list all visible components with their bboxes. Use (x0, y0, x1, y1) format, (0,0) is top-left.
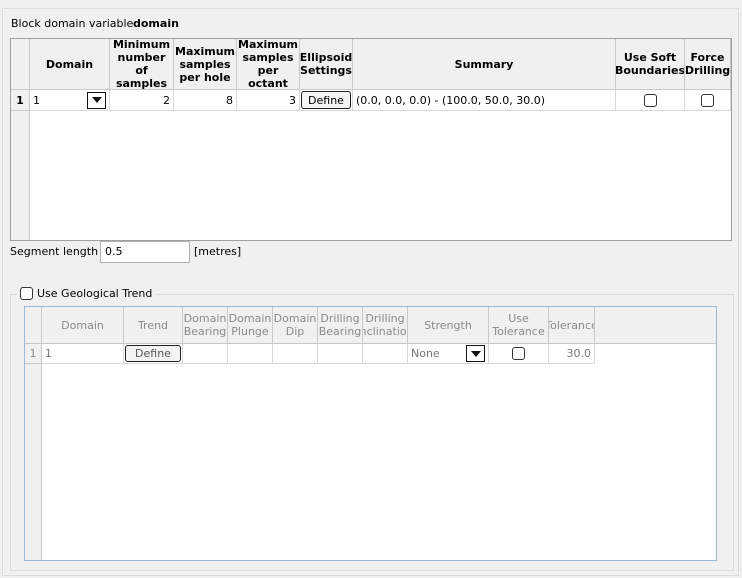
header-min-samples[interactable]: Minimum number of samples (110, 39, 174, 90)
max-per-octant-cell[interactable]: 3 (237, 90, 300, 111)
ellipsoid-cell: Define (300, 90, 353, 111)
force-drilling-checkbox[interactable] (701, 93, 714, 107)
row-number[interactable]: 1 (25, 344, 42, 364)
max-per-hole-cell[interactable]: 8 (174, 90, 237, 111)
header-drilling-inclination[interactable]: Drilling Inclination (363, 307, 408, 344)
use-geological-trend-checkbox[interactable] (20, 287, 33, 300)
header-filler (595, 307, 716, 344)
summary-cell: (0.0, 0.0, 0.0) - (100.0, 50.0, 30.0) (353, 90, 616, 111)
block-domain-label: Block domain variable (11, 17, 134, 30)
block-domain-value: domain (133, 17, 179, 30)
header-max-per-octant[interactable]: Maximum samples per octant (237, 39, 300, 90)
row-number[interactable]: 1 (11, 90, 30, 111)
corner-header (25, 307, 42, 344)
strength-select[interactable]: None (408, 344, 489, 364)
header-summary[interactable]: Summary (353, 39, 616, 90)
header-force-drilling[interactable]: Force Drilling (685, 39, 731, 90)
soft-boundaries-cell (616, 90, 685, 111)
segment-length-unit: [metres] (194, 245, 242, 258)
use-geological-trend-label: Use Geological Trend (37, 287, 153, 300)
domain-grid: Domain Minimum number of samples Maximum… (10, 38, 732, 241)
chevron-down-icon[interactable] (466, 345, 485, 362)
header-ellipsoid[interactable]: Ellipsoid Settings (300, 39, 353, 90)
header-domain[interactable]: Domain (42, 307, 124, 344)
trend-domain-cell: 1 (42, 344, 124, 364)
use-geological-trend[interactable]: Use Geological Trend (17, 287, 156, 300)
chevron-down-icon[interactable] (87, 91, 106, 109)
trend-define-button[interactable]: Define (125, 345, 181, 362)
domain-plunge-cell (228, 344, 273, 364)
header-soft-boundaries[interactable]: Use Soft Boundaries (616, 39, 685, 90)
header-drilling-bearing[interactable]: Drilling Bearing (318, 307, 363, 344)
header-strength[interactable]: Strength (408, 307, 489, 344)
min-samples-cell[interactable]: 2 (110, 90, 174, 111)
domain-dip-cell (273, 344, 318, 364)
corner-header (11, 39, 30, 90)
header-domain[interactable]: Domain (30, 39, 110, 90)
segment-length-input[interactable]: 0.5 (100, 241, 190, 263)
force-drilling-cell (685, 90, 731, 111)
header-domain-bearing[interactable]: Domain Bearing (183, 307, 228, 344)
header-domain-dip[interactable]: Domain Dip (273, 307, 318, 344)
domain-value: 1 (33, 93, 40, 107)
strength-value: None (411, 347, 440, 360)
drilling-bearing-cell (318, 344, 363, 364)
trend-cell: Define (124, 344, 183, 364)
header-tolerance[interactable]: Tolerance (549, 307, 595, 344)
use-tolerance-cell (489, 344, 549, 364)
header-domain-plunge[interactable]: Domain Plunge (228, 307, 273, 344)
drilling-inclination-cell (363, 344, 408, 364)
header-use-tolerance[interactable]: Use Tolerance (489, 307, 549, 344)
header-trend[interactable]: Trend (124, 307, 183, 344)
domain-select[interactable]: 1 (30, 90, 110, 111)
segment-length-label: Segment length (10, 245, 99, 258)
trend-grid: Domain Trend Domain Bearing Domain Plung… (24, 306, 717, 561)
header-max-per-hole[interactable]: Maximum samples per hole (174, 39, 237, 90)
domain-bearing-cell (183, 344, 228, 364)
soft-boundaries-checkbox[interactable] (643, 93, 657, 107)
tolerance-cell[interactable]: 30.0 (549, 344, 595, 364)
use-tolerance-checkbox[interactable] (512, 347, 525, 360)
ellipsoid-define-button[interactable]: Define (301, 91, 351, 109)
